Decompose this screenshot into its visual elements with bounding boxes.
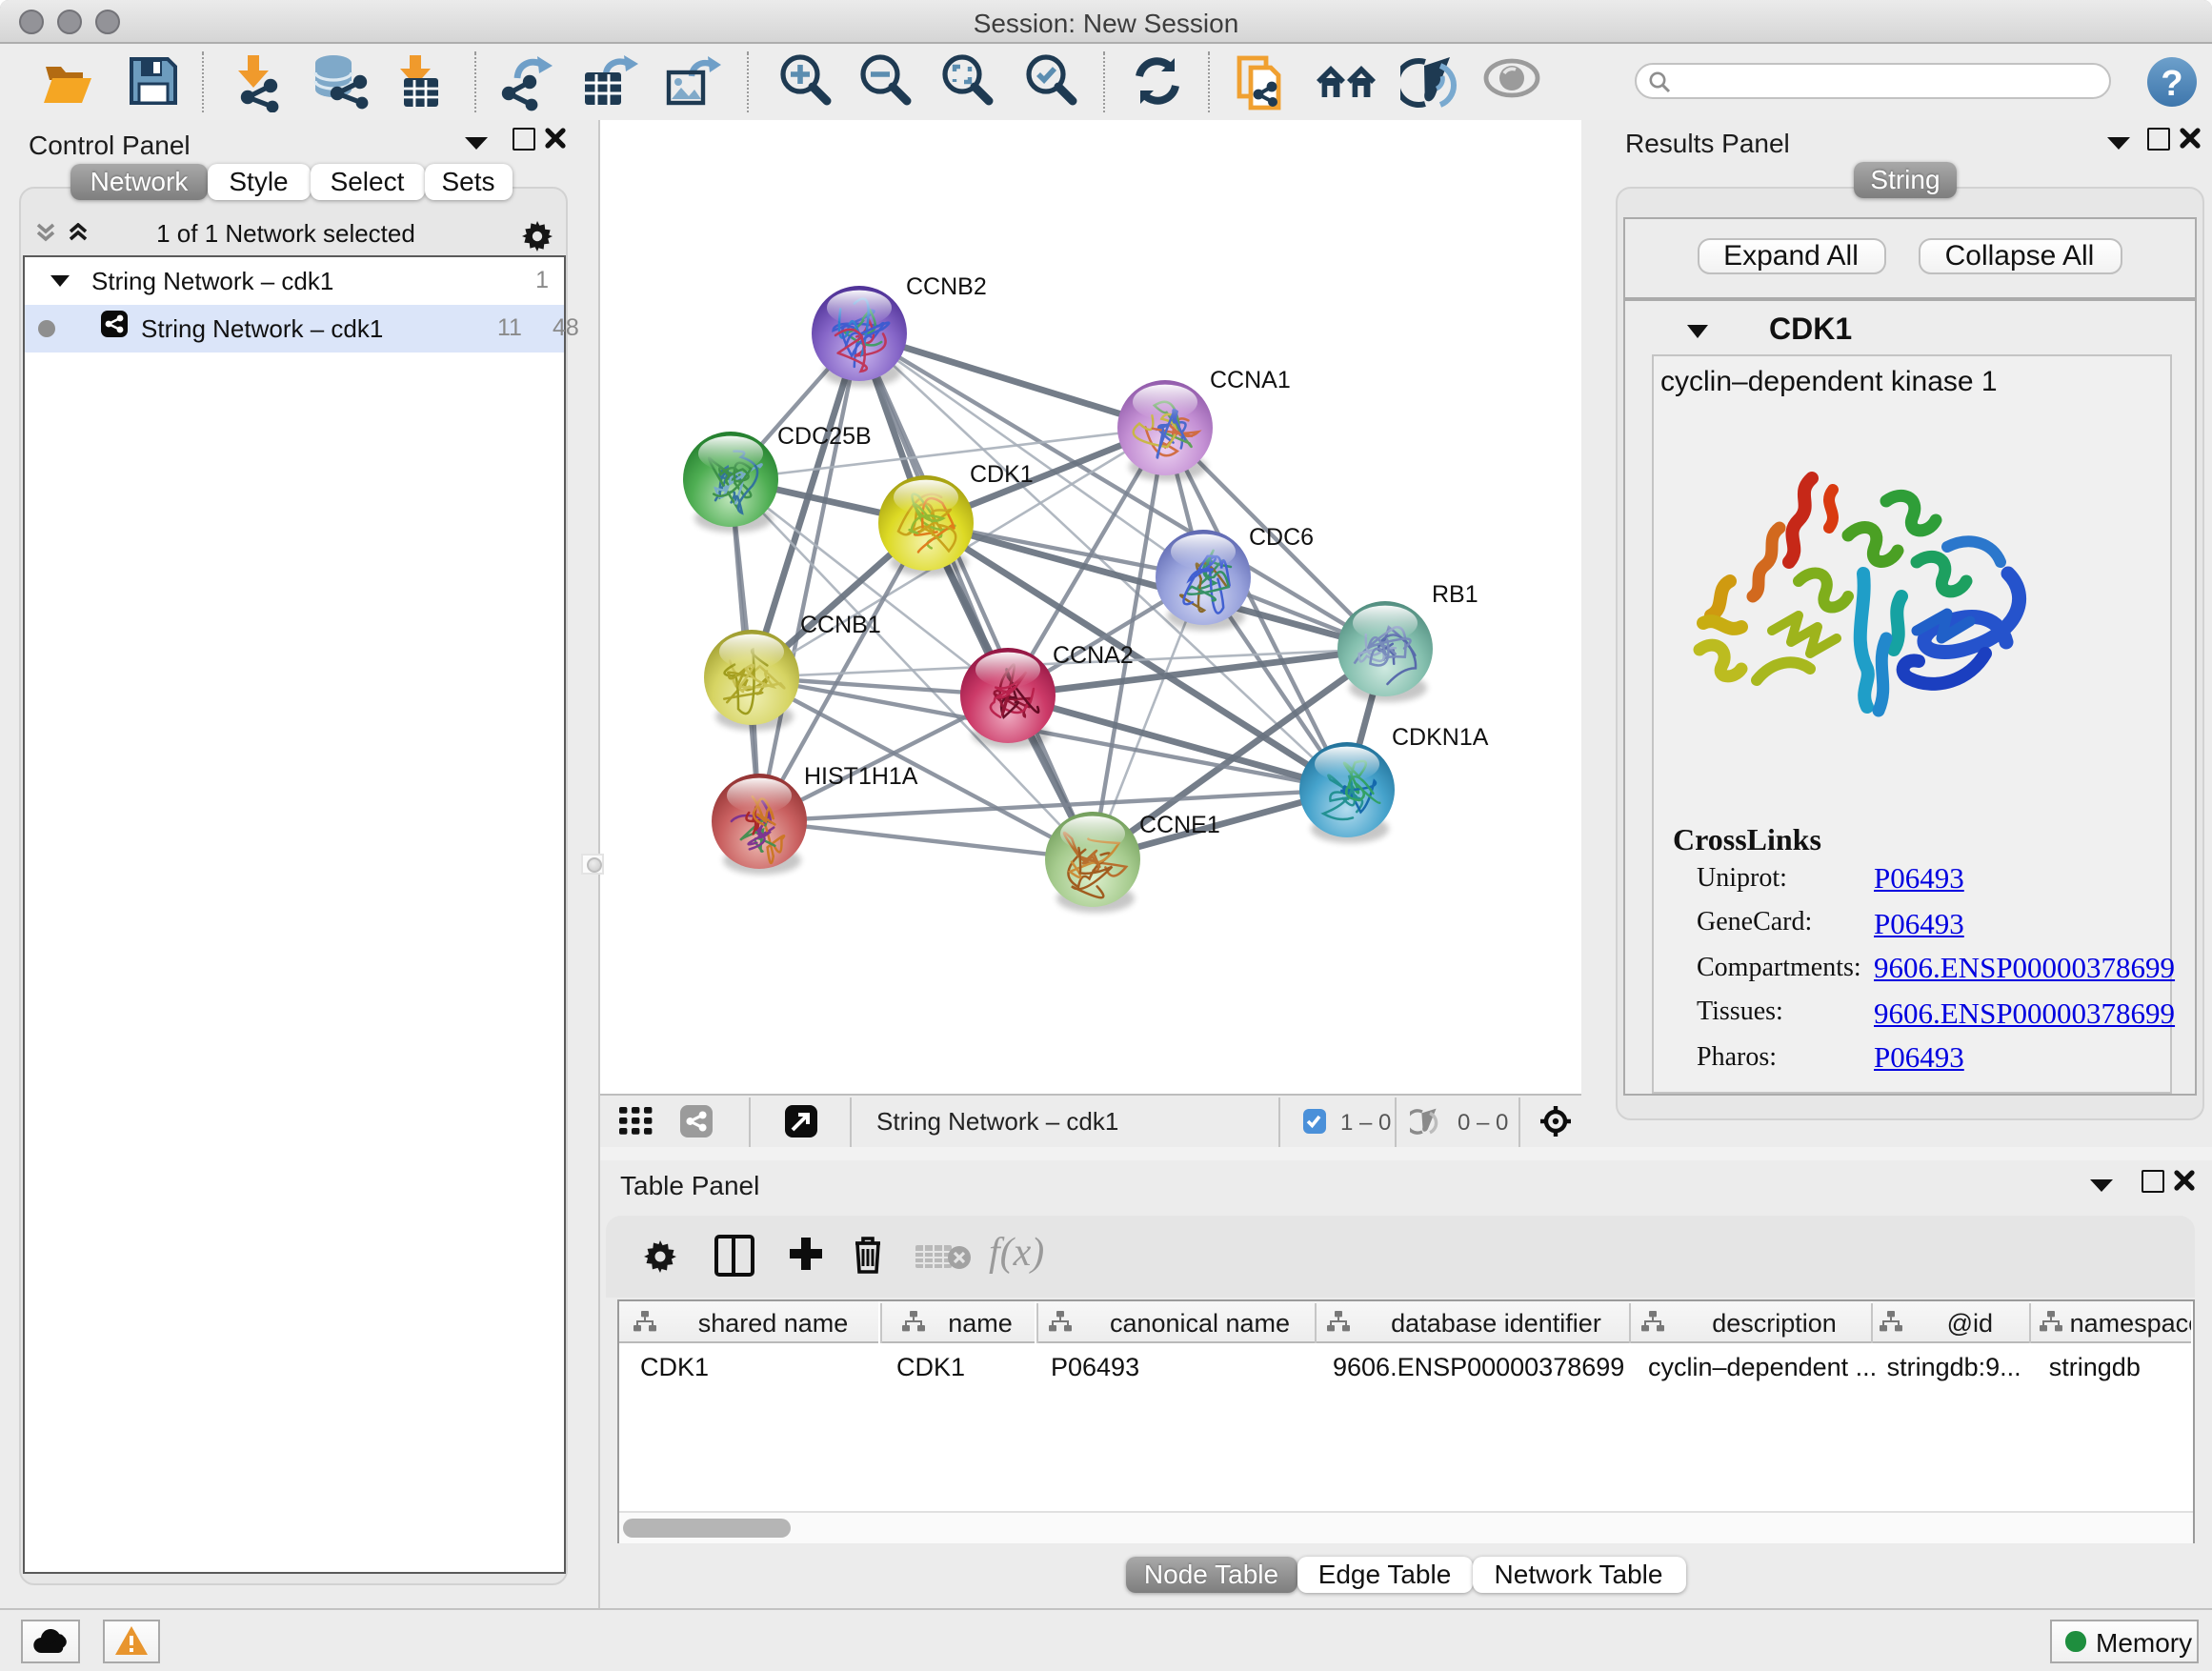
svg-text:CCNB2: CCNB2 bbox=[906, 273, 987, 300]
svg-text:CDK1: CDK1 bbox=[970, 461, 1034, 488]
svg-text:CDC6: CDC6 bbox=[1249, 524, 1314, 551]
svg-text:HIST1H1A: HIST1H1A bbox=[804, 763, 918, 790]
svg-text:CCNA1: CCNA1 bbox=[1210, 367, 1291, 393]
svg-text:CCNE1: CCNE1 bbox=[1139, 812, 1220, 838]
svg-text:CDKN1A: CDKN1A bbox=[1392, 724, 1489, 751]
svg-text:?: ? bbox=[2161, 63, 2182, 103]
svg-text:CDC25B: CDC25B bbox=[777, 423, 872, 450]
svg-text:RB1: RB1 bbox=[1432, 581, 1478, 608]
svg-text:CCNB1: CCNB1 bbox=[800, 612, 881, 638]
svg-text:CCNA2: CCNA2 bbox=[1053, 642, 1134, 669]
